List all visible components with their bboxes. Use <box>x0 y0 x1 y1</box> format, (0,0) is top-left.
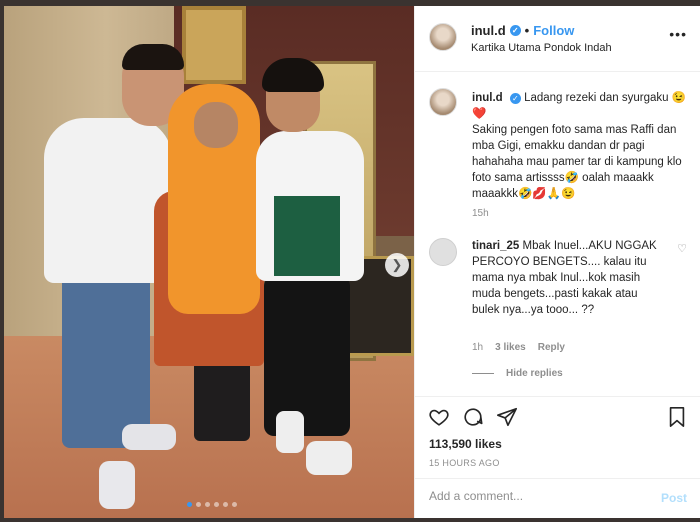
post-comment-button[interactable]: Post <box>661 491 687 505</box>
post-location[interactable]: Kartika Utama Pondok Indah <box>471 42 612 54</box>
avatar[interactable] <box>429 88 457 116</box>
separator-dot: • <box>524 23 530 38</box>
carousel-dot <box>214 502 219 507</box>
comment: tinari_25 Mbak Inuel...AKU NGGAK PERCOYO… <box>472 238 662 318</box>
comment-meta: 1h 3 likes Reply <box>472 342 565 353</box>
author-username[interactable]: inul.d <box>471 23 506 38</box>
comment-username[interactable]: tinari_25 <box>472 240 519 252</box>
verified-badge-icon: ✓ <box>509 93 521 104</box>
divider <box>472 373 494 374</box>
person-raffi-hair <box>122 44 184 70</box>
post-timestamp[interactable]: 15 HOURS AGO <box>429 458 500 468</box>
post-modal: ❯ inul.d ✓ • Follow Kartika Utama Pondok… <box>0 0 700 522</box>
comment-likes[interactable]: 3 likes <box>495 342 526 353</box>
caption-line1: Ladang rezeki dan syurgaku <box>524 92 669 104</box>
share-icon[interactable] <box>495 405 519 429</box>
avatar[interactable] <box>429 23 457 51</box>
reply-button[interactable]: Reply <box>538 342 565 353</box>
comment-input[interactable] <box>429 489 649 503</box>
person-gigi-shoe <box>306 441 352 475</box>
caption: inul.d ✓ Ladang rezeki dan syurgaku 😉❤️ … <box>472 90 687 202</box>
carousel-dot <box>187 502 192 507</box>
comment-like-heart-icon[interactable]: ♡ <box>677 242 687 255</box>
heart-icon[interactable] <box>427 405 451 429</box>
post-photo[interactable]: ❯ <box>4 6 414 518</box>
verified-badge-icon: ✓ <box>509 25 521 36</box>
comments-section: inul.d ✓ Ladang rezeki dan syurgaku 😉❤️ … <box>415 72 700 402</box>
person-raffi-shoe <box>122 424 176 450</box>
more-options-icon[interactable]: ••• <box>669 26 687 42</box>
hide-replies-button[interactable]: Hide replies <box>472 368 563 379</box>
caption-username[interactable]: inul.d <box>472 92 503 104</box>
carousel-next-button[interactable]: ❯ <box>385 253 409 277</box>
carousel-dot <box>232 502 237 507</box>
person-raffi-shoe <box>99 461 135 509</box>
carousel-dot <box>205 502 210 507</box>
comment-time: 1h <box>472 342 484 353</box>
person-mom-face <box>194 102 238 148</box>
carousel-dots <box>187 502 237 507</box>
person-mom-legs <box>194 356 250 441</box>
comment-icon[interactable] <box>461 405 485 429</box>
chevron-right-icon: ❯ <box>391 257 403 272</box>
carousel-dot <box>196 502 201 507</box>
add-comment-bar: Post <box>415 478 700 518</box>
post-side-panel: inul.d ✓ • Follow Kartika Utama Pondok I… <box>414 6 700 518</box>
hide-replies-label: Hide replies <box>506 368 563 379</box>
person-raffi-shirt <box>44 118 172 283</box>
carousel-dot <box>223 502 228 507</box>
post-header: inul.d ✓ • Follow Kartika Utama Pondok I… <box>415 6 700 72</box>
person-gigi-shirt <box>274 196 340 276</box>
avatar[interactable] <box>429 238 457 266</box>
photo-portrait-frame <box>182 6 246 84</box>
caption-body: Saking pengen foto sama mas Raffi dan mb… <box>472 124 682 200</box>
like-count[interactable]: 113,590 likes <box>429 437 502 451</box>
caption-time: 15h <box>472 208 489 219</box>
bookmark-icon[interactable] <box>665 405 689 429</box>
person-gigi-legs <box>264 276 350 436</box>
follow-button[interactable]: Follow <box>533 23 574 38</box>
post-author: inul.d ✓ • Follow <box>471 23 574 38</box>
person-gigi-shoe <box>276 411 304 453</box>
person-raffi-jeans <box>62 268 150 448</box>
